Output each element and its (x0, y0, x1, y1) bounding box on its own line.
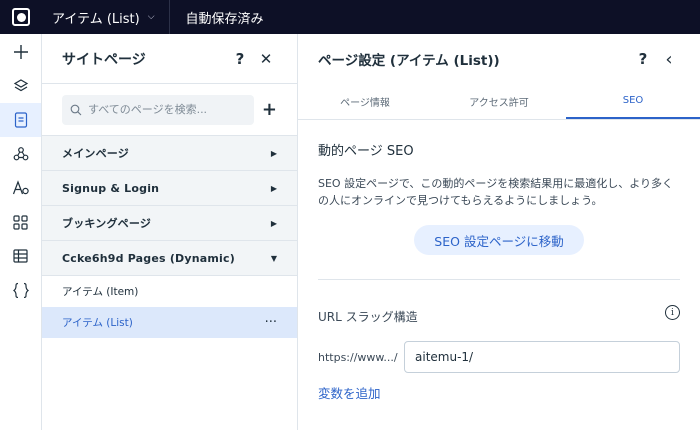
plus-icon (13, 45, 28, 59)
url-slug-input[interactable] (404, 341, 680, 373)
dev-mode-button[interactable] (0, 273, 41, 307)
site-design-button[interactable] (0, 171, 41, 205)
add-variable-link[interactable]: 変数を追加 (318, 383, 680, 402)
more-actions-icon[interactable]: ··· (265, 315, 277, 330)
seo-heading: 動的ページ SEO (318, 144, 414, 159)
collapse-arrow-icon: ▼ (270, 253, 277, 263)
section-main-pages[interactable]: メインページ ▶ (42, 136, 297, 171)
help-icon[interactable]: ? (229, 50, 251, 68)
section-label: Signup & Login (62, 181, 160, 195)
expand-arrow-icon: ▶ (270, 218, 277, 228)
site-pages-panel: サイトページ ? ✕ + メインページ ▶ Signup & Login ▶ ブ… (42, 34, 298, 430)
seo-content: 動的ページ SEO SEO 設定ページで、この動的ページを検索結果用に最適化し、… (298, 140, 700, 402)
section-label: メインページ (62, 147, 129, 160)
page-settings-title: ページ設定 (アイテム (List)) (318, 53, 500, 69)
back-arrow-icon[interactable]: ‹ (658, 49, 680, 70)
apps-grid-icon (13, 214, 28, 230)
tab-page-info[interactable]: ページ情報 (298, 84, 432, 119)
page-selector[interactable]: アイテム (List) ⌵ (42, 0, 170, 34)
editor-logo[interactable] (0, 0, 42, 34)
add-page-button[interactable]: + (262, 99, 277, 120)
section-dynamic-pages[interactable]: Ccke6h9d Pages (Dynamic) ▼ (42, 241, 297, 276)
settings-tabs: ページ情報 アクセス許可 SEO (298, 84, 700, 120)
info-icon[interactable]: i (665, 305, 680, 320)
close-icon[interactable]: ✕ (255, 50, 277, 68)
search-input[interactable] (88, 103, 248, 116)
search-row: + (42, 84, 297, 136)
tab-permissions[interactable]: アクセス許可 (432, 84, 566, 119)
table-icon (13, 249, 28, 263)
page-item-label: アイテム (List) (62, 317, 133, 329)
site-pages-title: サイトページ (62, 51, 146, 68)
url-slug-label: URL スラッグ構造 (318, 310, 418, 324)
expand-arrow-icon: ▶ (270, 148, 277, 158)
section-label: Ccke6h9d Pages (Dynamic) (62, 251, 235, 265)
pages-icon (14, 112, 27, 128)
logo-icon (12, 8, 30, 26)
seo-button-wrap: SEO 設定ページに移動 (318, 225, 680, 255)
layers-icon (13, 79, 28, 92)
page-settings-header: ページ設定 (アイテム (List)) ? ‹ (298, 34, 700, 84)
section-label: ブッキングページ (62, 217, 152, 230)
top-bar: アイテム (List) ⌵ 自動保存済み (0, 0, 700, 34)
theme-text-icon (12, 180, 29, 195)
help-icon[interactable]: ? (632, 50, 654, 68)
go-to-seo-settings-button[interactable]: SEO 設定ページに移動 (414, 225, 584, 255)
divider (318, 279, 680, 280)
pages-button[interactable] (0, 103, 41, 137)
search-box[interactable] (62, 94, 254, 125)
url-slug-row: https://www.../ (318, 341, 680, 373)
code-braces-icon (12, 282, 29, 298)
url-slug-header: URL スラッグ構造 i (318, 305, 680, 325)
page-item-item[interactable]: アイテム (Item) (42, 276, 297, 307)
url-prefix: https://www.../ (318, 350, 398, 364)
section-signup-login[interactable]: Signup & Login ▶ (42, 171, 297, 206)
left-toolbar (0, 34, 42, 430)
chevron-down-icon: ⌵ (147, 12, 155, 22)
business-tools-button[interactable] (0, 137, 41, 171)
expand-arrow-icon: ▶ (270, 183, 277, 193)
layers-button[interactable] (0, 69, 41, 103)
page-settings-panel: ページ設定 (アイテム (List)) ? ‹ ページ情報 アクセス許可 SEO… (298, 34, 700, 430)
cms-button[interactable] (0, 239, 41, 273)
add-elements-button[interactable] (0, 35, 41, 69)
autosave-status: 自動保存済み (185, 11, 264, 27)
nodes-icon (13, 147, 28, 161)
search-icon (70, 104, 82, 115)
apps-button[interactable] (0, 205, 41, 239)
section-booking-pages[interactable]: ブッキングページ ▶ (42, 206, 297, 241)
site-pages-header: サイトページ ? ✕ (42, 34, 297, 84)
seo-description: SEO 設定ページで、この動的ページを検索結果用に最適化し、より多くの人にオンラ… (318, 177, 673, 207)
page-item-list[interactable]: アイテム (List) ··· (42, 307, 297, 338)
page-item-label: アイテム (Item) (62, 286, 139, 298)
tab-seo[interactable]: SEO (566, 84, 700, 119)
current-page-label: アイテム (List) (52, 11, 140, 27)
